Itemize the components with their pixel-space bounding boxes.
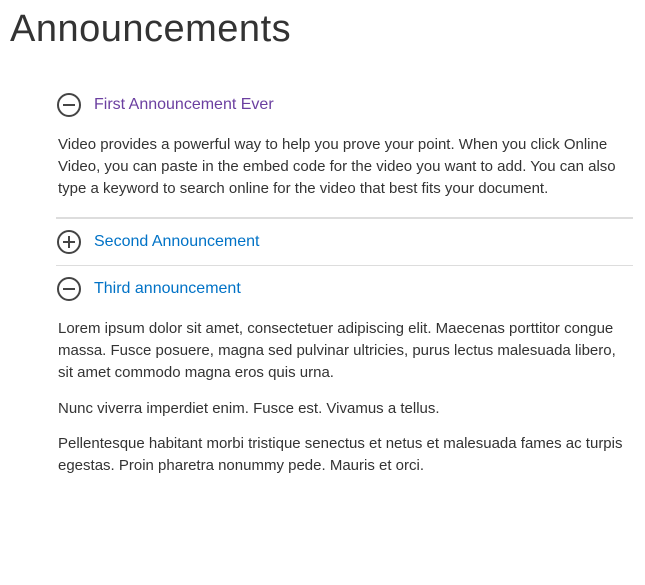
announcement-body: Video provides a powerful way to help yo…	[56, 128, 633, 217]
announcement-item: First Announcement Ever Video provides a…	[56, 81, 633, 218]
announcements-list: First Announcement Ever Video provides a…	[0, 81, 645, 495]
plus-circle-icon	[56, 229, 82, 255]
announcement-paragraph: Nunc viverra imperdiet enim. Fusce est. …	[58, 398, 629, 420]
announcement-paragraph: Lorem ipsum dolor sit amet, consectetuer…	[58, 318, 629, 383]
announcement-body: Lorem ipsum dolor sit amet, consectetuer…	[56, 312, 633, 495]
minus-circle-icon	[56, 276, 82, 302]
announcement-header[interactable]: Second Announcement	[56, 219, 633, 265]
announcement-header[interactable]: First Announcement Ever	[56, 82, 633, 128]
announcement-title-link[interactable]: Third announcement	[94, 280, 241, 298]
announcement-item: Second Announcement	[56, 218, 633, 265]
announcement-title-link[interactable]: First Announcement Ever	[94, 96, 274, 114]
minus-circle-icon	[56, 92, 82, 118]
announcement-item: Third announcement Lorem ipsum dolor sit…	[56, 265, 633, 495]
announcement-title-link[interactable]: Second Announcement	[94, 233, 259, 251]
announcement-paragraph: Pellentesque habitant morbi tristique se…	[58, 433, 629, 477]
announcement-paragraph: Video provides a powerful way to help yo…	[58, 134, 629, 199]
announcement-header[interactable]: Third announcement	[56, 266, 633, 312]
page-title: Announcements	[0, 0, 645, 81]
